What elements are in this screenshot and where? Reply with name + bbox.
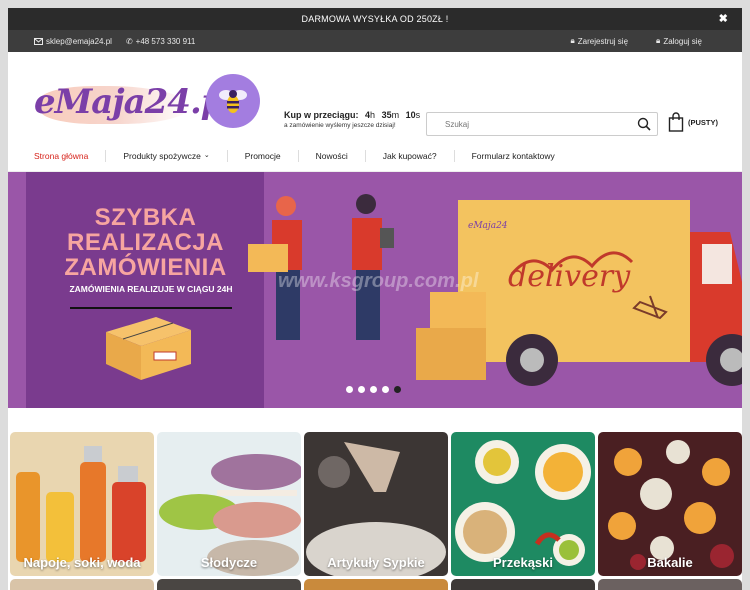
search-icon[interactable]	[637, 117, 651, 131]
slider-dot[interactable]	[358, 386, 365, 393]
search-box	[426, 112, 658, 136]
category-label: Słodycze	[200, 555, 258, 570]
category-tile-dry-goods[interactable]: Artykuły Sypkie	[304, 432, 448, 576]
category-tile-sweets[interactable]: Słodycze	[157, 432, 301, 576]
truck-brand: eMaja24	[468, 221, 508, 231]
slider-dot[interactable]	[382, 386, 389, 393]
chevron-down-icon: ⌄	[203, 151, 210, 159]
nav-label: Nowości	[315, 150, 348, 161]
category-label: Bakalie	[647, 555, 693, 570]
countdown-hours-unit: h	[370, 110, 376, 120]
promo-bar: DARMOWA WYSYŁKA OD 250ZŁ ! ✖	[8, 8, 742, 30]
login-link[interactable]: 🔒︎ Zaloguj się	[656, 36, 702, 46]
category-tile-row2[interactable]	[157, 579, 301, 590]
category-label: Przekąski	[493, 555, 553, 570]
slider-dot[interactable]	[346, 386, 353, 393]
register-text: Zarejestruj się	[577, 36, 629, 46]
countdown-subtext: a zamówienie wyślemy jeszcze dzisiaj!	[284, 122, 396, 129]
slider-dot[interactable]	[370, 386, 377, 393]
category-tile-dried-fruits[interactable]: Bakalie	[598, 432, 742, 576]
countdown-seconds: 10	[405, 110, 416, 120]
top-contact-bar: sklep@emaja24.pl ✆ +48 573 330 911 🔒︎ Za…	[8, 30, 742, 52]
hero-banner[interactable]: SZYBKA REALIZACJA ZAMÓWIENIA ZAMÓWIENIA …	[8, 172, 742, 408]
shopping-bag-icon	[668, 112, 684, 132]
nav-label: Promocje	[244, 150, 281, 161]
email-text: sklep@emaja24.pl	[46, 36, 112, 46]
lock-icon: 🔒︎	[656, 36, 661, 45]
main-nav: Strona główna Produkty spożywcze ⌄ Promoc…	[8, 140, 742, 172]
nav-label: Formularz kontaktowy	[471, 150, 555, 161]
browser-page: DARMOWA WYSYŁKA OD 250ZŁ ! ✖ sklep@emaja…	[8, 8, 742, 590]
cart-label: (PUSTY)	[688, 117, 718, 127]
nav-item-contact[interactable]: Formularz kontaktowy	[455, 150, 572, 162]
category-label: Napoje, soki, woda	[23, 555, 141, 570]
envelope-icon	[34, 37, 43, 45]
category-tiles: Napoje, soki, woda Słodycze Artykuły Syp…	[8, 432, 742, 590]
nav-item-new[interactable]: Nowości	[299, 149, 366, 162]
search-input[interactable]	[427, 119, 627, 129]
order-countdown: Kup w przeciągu: 4h 35m 10s a zamówienie…	[284, 110, 420, 129]
watermark-text: www.ksgroup.com.pl	[278, 270, 479, 292]
close-icon[interactable]: ✖	[719, 12, 728, 25]
category-tile-row2[interactable]	[598, 579, 742, 590]
countdown-label: Kup w przeciągu:	[284, 110, 359, 120]
email-link[interactable]: sklep@emaja24.pl	[34, 37, 112, 46]
nav-label: Jak kupować?	[382, 150, 437, 161]
parcel-box-icon	[106, 317, 191, 380]
nav-label: Strona główna	[34, 150, 89, 161]
nav-item-promotions[interactable]: Promocje	[228, 149, 299, 162]
countdown-minutes-unit: m	[391, 110, 400, 120]
cart-button[interactable]: (PUSTY)	[668, 112, 718, 132]
countdown-minutes: 35	[381, 110, 392, 120]
phone-text: +48 573 330 911	[135, 36, 196, 46]
slider-dots	[346, 386, 401, 393]
lock-icon: 🔒︎	[570, 36, 575, 45]
site-logo[interactable]: eMaja24.pl	[34, 74, 264, 134]
banner-underline	[70, 307, 232, 309]
login-text: Zaloguj się	[663, 36, 702, 46]
category-label: Artykuły Sypkie	[327, 555, 425, 570]
banner-headline: SZYBKA REALIZACJA ZAMÓWIENIA	[64, 204, 227, 281]
register-link[interactable]: 🔒︎ Zarejestruj się	[571, 36, 629, 46]
category-tile-row2[interactable]	[10, 579, 154, 590]
category-tile-snacks[interactable]: Przekąski	[451, 432, 595, 576]
phone-link[interactable]: ✆ +48 573 330 911	[126, 37, 195, 46]
nav-item-home[interactable]: Strona główna	[34, 149, 107, 162]
nav-label: Produkty spożywcze	[123, 150, 201, 161]
slider-dot-active[interactable]	[394, 386, 401, 393]
countdown-seconds-unit: s	[415, 110, 421, 120]
nav-item-products[interactable]: Produkty spożywcze ⌄	[106, 149, 228, 162]
category-tile-row2[interactable]	[451, 579, 595, 590]
site-header: eMaja24.pl Kup w przeciągu: 4h 35m 10s a…	[8, 52, 742, 140]
nav-item-how-to-buy[interactable]: Jak kupować?	[366, 149, 455, 162]
phone-icon: ✆	[125, 36, 133, 46]
bee-logo-icon	[206, 74, 260, 128]
promo-text: DARMOWA WYSYŁKA OD 250ZŁ !	[301, 14, 449, 24]
category-tile-drinks[interactable]: Napoje, soki, woda	[10, 432, 154, 576]
truck-text: delivery	[508, 259, 631, 294]
banner-subtext: ZAMÓWIENIA REALIZUJE W CIĄGU 24H	[69, 284, 233, 294]
category-tile-row2[interactable]	[304, 579, 448, 590]
